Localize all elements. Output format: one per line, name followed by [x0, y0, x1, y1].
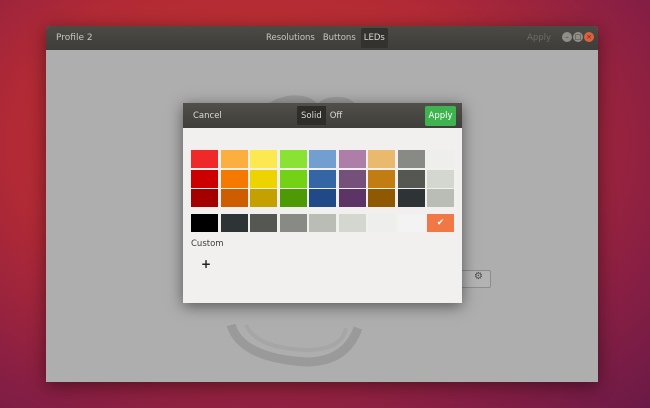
color-swatch[interactable]: [220, 150, 248, 168]
color-swatch[interactable]: [309, 189, 336, 207]
minimize-button[interactable]: –: [562, 32, 572, 42]
color-swatch[interactable]: [250, 150, 277, 168]
color-swatch[interactable]: [397, 189, 425, 207]
color-swatch[interactable]: [220, 213, 248, 232]
tab-bar: Resolutions Buttons LEDs: [262, 28, 389, 48]
tab-resolutions[interactable]: Resolutions: [263, 28, 318, 48]
mode-solid-button[interactable]: Solid: [297, 106, 326, 125]
mode-switcher: Solid Off: [297, 106, 346, 125]
color-swatch[interactable]: [220, 169, 248, 188]
color-swatch[interactable]: [309, 213, 336, 232]
color-swatch[interactable]: [368, 169, 395, 188]
color-swatch[interactable]: [191, 169, 218, 188]
window-apply-button[interactable]: Apply: [527, 33, 551, 43]
mode-off-button[interactable]: Off: [326, 106, 347, 125]
color-swatch[interactable]: [250, 169, 277, 188]
color-swatch[interactable]: [397, 213, 425, 232]
color-swatch[interactable]: [279, 169, 307, 188]
checkmark-icon: ✔: [436, 217, 445, 228]
color-swatch[interactable]: [397, 169, 425, 188]
gear-icon: ⚙: [474, 271, 483, 282]
custom-label: Custom: [191, 239, 224, 249]
color-swatch[interactable]: [309, 169, 336, 188]
color-swatch[interactable]: [220, 189, 248, 207]
color-swatch[interactable]: [338, 213, 366, 232]
color-swatch[interactable]: [279, 189, 307, 207]
color-swatch[interactable]: [309, 150, 336, 168]
color-swatch[interactable]: [368, 189, 395, 207]
cancel-button[interactable]: Cancel: [193, 111, 222, 121]
color-swatch[interactable]: [250, 213, 277, 232]
minimize-icon: –: [565, 33, 569, 41]
dialog-header: Cancel Solid Off Apply: [183, 103, 462, 128]
selected-color-swatch[interactable]: ✔: [427, 213, 454, 232]
color-swatch[interactable]: [279, 150, 307, 168]
color-swatch[interactable]: [191, 150, 218, 168]
color-swatch[interactable]: [338, 189, 366, 207]
color-swatch[interactable]: [338, 150, 366, 168]
color-swatch[interactable]: [250, 189, 277, 207]
maximize-icon: □: [574, 33, 582, 41]
title-bar: Profile 2 Resolutions Buttons LEDs Apply…: [46, 26, 598, 50]
close-icon: ×: [586, 33, 592, 41]
color-swatch[interactable]: [427, 150, 454, 168]
color-swatch[interactable]: [368, 150, 395, 168]
close-button[interactable]: ×: [584, 32, 594, 42]
tab-leds[interactable]: LEDs: [360, 28, 388, 48]
add-custom-color-button[interactable]: +: [201, 257, 211, 271]
apply-button[interactable]: Apply: [425, 106, 456, 126]
color-swatch[interactable]: [191, 189, 218, 207]
maximize-button[interactable]: □: [573, 32, 583, 42]
color-swatch[interactable]: [427, 169, 454, 188]
color-swatch[interactable]: [368, 213, 395, 232]
color-swatch[interactable]: [279, 213, 307, 232]
profile-selector[interactable]: Profile 2: [56, 33, 93, 43]
led-color-dialog: Cancel Solid Off Apply ✔ Custom +: [183, 103, 462, 303]
color-swatch[interactable]: [397, 150, 425, 168]
tab-buttons[interactable]: Buttons: [320, 28, 359, 48]
color-swatch[interactable]: [338, 169, 366, 188]
color-swatch[interactable]: [191, 213, 218, 232]
color-swatch[interactable]: [427, 189, 454, 207]
